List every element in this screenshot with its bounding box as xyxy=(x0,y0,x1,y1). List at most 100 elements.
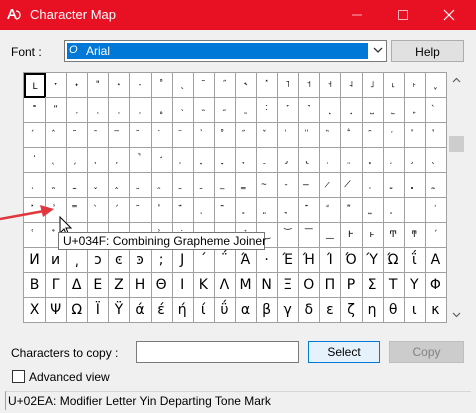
character-cell[interactable]: ͐ xyxy=(424,198,447,223)
character-cell[interactable]: Ψ xyxy=(45,298,68,323)
character-cell[interactable]: ΅ xyxy=(213,248,236,273)
grid-scrollbar[interactable] xyxy=(448,72,465,323)
character-cell[interactable]: ̎ xyxy=(298,123,321,148)
character-cell[interactable]: Ϳ xyxy=(171,248,194,273)
character-cell[interactable]: ̷ xyxy=(319,173,342,198)
character-cell[interactable]: ˜ xyxy=(192,73,215,98)
character-cell[interactable]: ζ xyxy=(340,298,363,323)
character-cell[interactable]: ή xyxy=(171,298,194,323)
character-cell[interactable]: Ό xyxy=(340,248,363,273)
character-cell[interactable]: ̓ xyxy=(403,123,426,148)
character-cell[interactable]: Π xyxy=(319,273,342,298)
character-cell[interactable]: ̋ xyxy=(235,123,257,148)
character-cell[interactable]: Β xyxy=(24,273,46,298)
maximize-button[interactable] xyxy=(382,0,424,30)
character-cell[interactable]: ̬ xyxy=(87,173,110,198)
character-cell[interactable]: ͻ xyxy=(87,248,110,273)
character-cell[interactable]: Ο xyxy=(298,273,321,298)
character-cell[interactable]: ̦ xyxy=(382,148,405,173)
character-cell[interactable]: ˵ xyxy=(192,98,215,123)
character-cell[interactable]: ̖ xyxy=(45,148,68,173)
character-cell[interactable]: ̕ xyxy=(24,148,46,173)
character-cell[interactable]: ̩ xyxy=(24,173,46,198)
character-cell[interactable]: ̛ xyxy=(150,148,173,173)
character-cell[interactable]: ͉ xyxy=(277,198,300,223)
character-cell[interactable]: Ά xyxy=(235,248,257,273)
character-cell[interactable]: Ξ xyxy=(277,273,300,298)
character-cell[interactable]: ̌ xyxy=(256,123,279,148)
character-cell[interactable]: ̹ xyxy=(361,173,384,198)
character-cell[interactable]: Γ xyxy=(45,273,68,298)
character-cell[interactable]: ˩ xyxy=(361,73,384,98)
character-grid[interactable]: L˕˖"˔˗˚˛˜˝˞˟˥˦˧˨˩˪˫ˬ ˭ˮ˯˰˱˲˳˴˵˶˷˸˹˺˻˼˽˾˿̀… xyxy=(23,72,447,323)
character-cell[interactable]: ̥ xyxy=(361,148,384,173)
font-dropdown[interactable]: O Arial xyxy=(64,40,387,62)
character-cell[interactable]: Μ xyxy=(235,273,257,298)
character-cell[interactable]: Κ xyxy=(192,273,215,298)
character-cell[interactable]: ̯ xyxy=(150,173,173,198)
character-cell[interactable]: Δ xyxy=(66,273,89,298)
character-cell[interactable]: έ xyxy=(150,298,173,323)
character-cell[interactable]: ́ xyxy=(108,198,131,223)
character-cell[interactable]: ̃ xyxy=(66,123,89,148)
character-cell[interactable]: ί xyxy=(192,298,215,323)
character-cell[interactable]: α xyxy=(235,298,257,323)
character-cell[interactable]: ̝ xyxy=(192,148,215,173)
character-cell[interactable]: ̠ xyxy=(256,148,279,173)
character-cell[interactable]: ˷ xyxy=(235,98,257,123)
character-cell[interactable]: ͟ xyxy=(319,223,342,248)
character-cell[interactable]: ̙ xyxy=(108,148,131,173)
character-cell[interactable]: ̧ xyxy=(403,148,426,173)
character-cell[interactable]: ˬ xyxy=(424,73,447,98)
character-cell[interactable]: ˻ xyxy=(319,98,342,123)
character-cell[interactable]: ˾ xyxy=(382,98,405,123)
character-cell[interactable]: ͋ xyxy=(319,198,342,223)
character-cell[interactable]: ̉ xyxy=(192,123,215,148)
character-cell[interactable]: ͳ xyxy=(403,223,426,248)
character-cell[interactable]: Ͱ xyxy=(340,223,363,248)
character-cell[interactable]: ˔ xyxy=(108,73,131,98)
character-cell[interactable]: ̢ xyxy=(298,148,321,173)
character-cell[interactable]: ͈ xyxy=(256,198,279,223)
characters-to-copy-input[interactable] xyxy=(136,341,299,363)
character-cell[interactable]: Ζ xyxy=(108,273,131,298)
character-cell[interactable]: δ xyxy=(298,298,321,323)
character-cell[interactable]: ̇ xyxy=(150,123,173,148)
character-cell[interactable]: β xyxy=(256,298,279,323)
character-cell[interactable]: ˕ xyxy=(45,73,68,98)
character-cell[interactable]: ˴ xyxy=(171,98,194,123)
character-cell[interactable]: ͂ xyxy=(129,198,152,223)
select-button[interactable]: Select xyxy=(308,341,380,363)
character-cell[interactable]: ˪ xyxy=(382,73,405,98)
character-cell[interactable]: Ω xyxy=(66,298,89,323)
character-cell[interactable]: ˽ xyxy=(361,98,384,123)
character-cell[interactable]: ̵ xyxy=(277,173,300,198)
character-cell[interactable]: ͇ xyxy=(235,198,257,223)
character-cell[interactable]: ͼ xyxy=(108,248,131,273)
character-cell[interactable]: ̭ xyxy=(108,173,131,198)
character-cell[interactable]: ά xyxy=(129,298,152,323)
character-cell[interactable]: Έ xyxy=(277,248,300,273)
close-button[interactable] xyxy=(428,0,470,30)
character-cell[interactable]: Η xyxy=(129,273,152,298)
character-cell[interactable]: ˝ xyxy=(213,73,236,98)
character-cell[interactable]: Λ xyxy=(213,273,236,298)
character-cell[interactable]: ˞ xyxy=(235,73,257,98)
character-cell[interactable]: ̺ xyxy=(382,173,405,198)
character-cell[interactable]: ̀ xyxy=(424,98,447,123)
character-cell[interactable]: Ͷ xyxy=(24,248,46,273)
character-cell[interactable]: ̀ xyxy=(87,198,110,223)
character-cell[interactable]: ΐ xyxy=(403,248,426,273)
character-cell[interactable]: Ι xyxy=(171,273,194,298)
character-cell[interactable]: " xyxy=(87,73,110,98)
character-cell[interactable]: ˧ xyxy=(319,73,342,98)
character-cell[interactable]: ̄ xyxy=(87,123,110,148)
character-cell[interactable]: ͽ xyxy=(129,248,152,273)
title-bar[interactable]: Character Map xyxy=(0,0,476,30)
character-cell[interactable]: ̅ xyxy=(108,123,131,148)
character-cell[interactable]: Ϋ xyxy=(108,298,131,323)
character-cell[interactable]: ͅ xyxy=(192,198,215,223)
character-cell[interactable]: ˥ xyxy=(277,73,300,98)
copy-button[interactable]: Copy xyxy=(389,341,464,363)
character-cell[interactable]: Ύ xyxy=(361,248,384,273)
